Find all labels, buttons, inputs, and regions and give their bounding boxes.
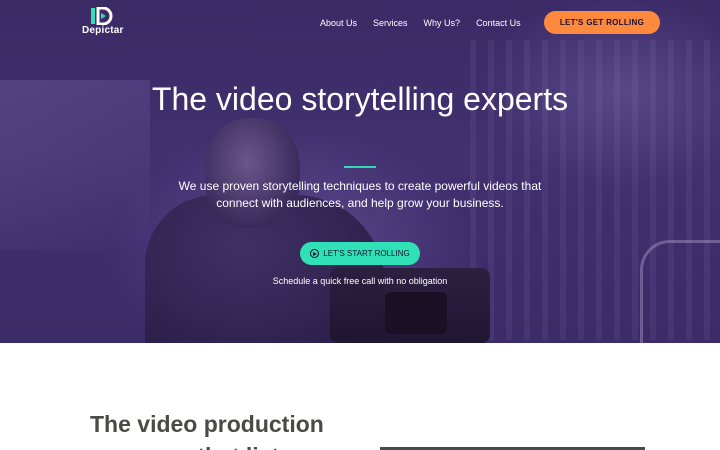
nav-link-why-us[interactable]: Why Us? — [424, 15, 461, 31]
nav-link-services[interactable]: Services — [373, 15, 408, 31]
hero-title: The video storytelling experts — [151, 81, 569, 117]
logo-icon — [91, 7, 113, 25]
nav-link-about[interactable]: About Us — [320, 15, 357, 31]
main-nav: About Us Services Why Us? Contact Us — [320, 15, 537, 31]
hero-section: Depictar About Us Services Why Us? Conta… — [0, 0, 720, 343]
nav-link-contact[interactable]: Contact Us — [476, 15, 521, 31]
logo-text: Depictar — [82, 25, 124, 36]
start-rolling-button[interactable]: LET'S START ROLLING — [300, 242, 420, 265]
hero-divider — [344, 166, 376, 168]
logo[interactable]: Depictar — [82, 7, 124, 37]
hero-note: Schedule a quick free call with no oblig… — [272, 276, 448, 286]
hero-background-window — [0, 80, 150, 250]
play-circle-icon — [310, 249, 320, 258]
get-rolling-button[interactable]: LET'S GET ROLLING — [544, 11, 660, 34]
hero-background-lens — [385, 292, 447, 334]
hero-background-sign — [640, 240, 720, 343]
section-title: The video production company that lists — [90, 411, 324, 450]
start-rolling-label: LET'S START ROLLING — [323, 249, 410, 258]
hero-subtitle: We use proven storytelling techniques to… — [178, 179, 542, 210]
